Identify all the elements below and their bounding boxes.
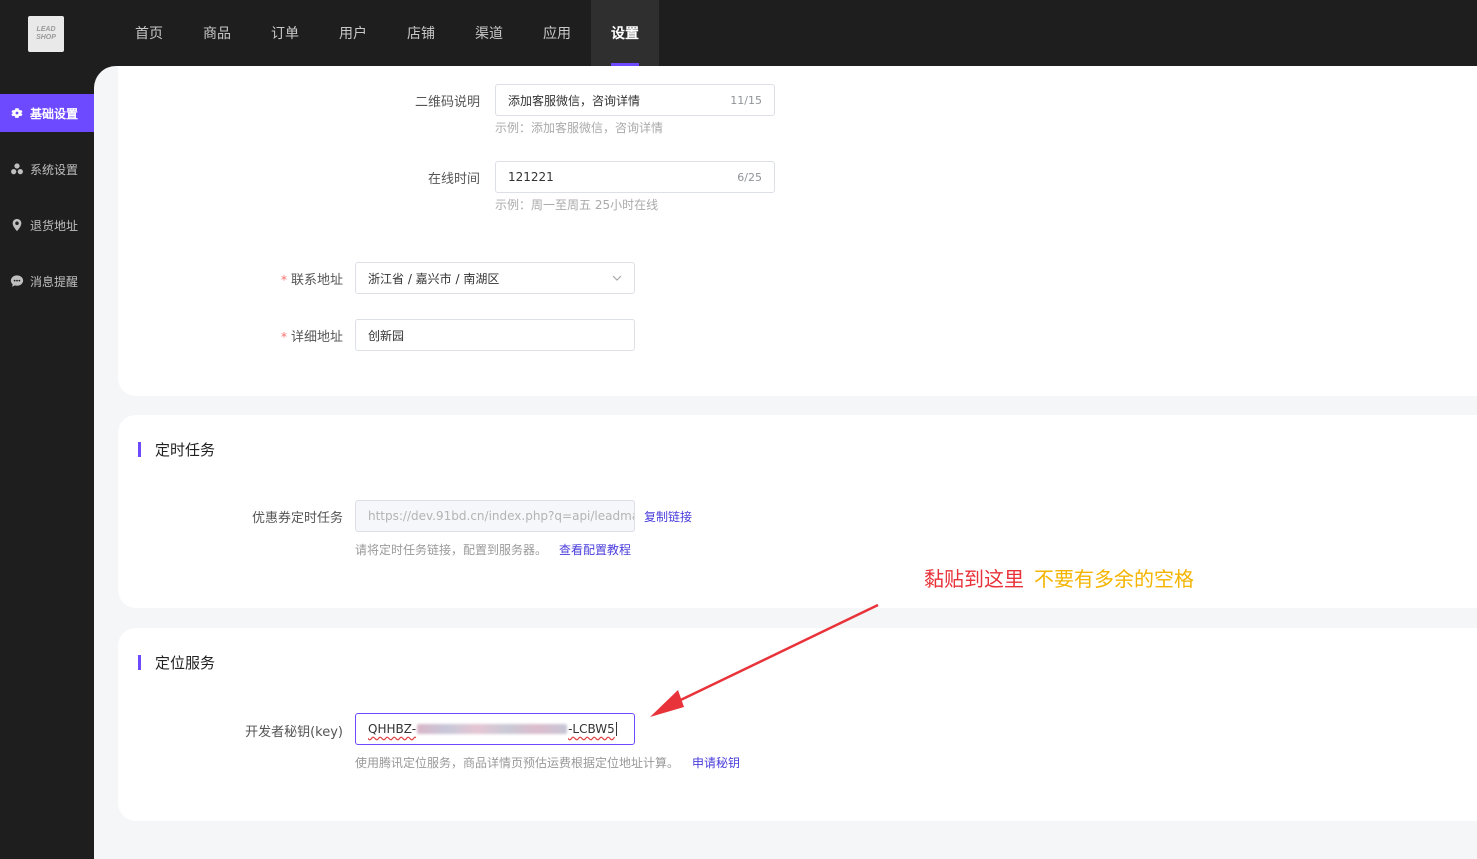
top-navbar: LEAD SHOP 首页 商品 订单 用户 店铺 渠道 应用 设置 (0, 0, 1477, 66)
copy-link-button[interactable]: 复制链接 (644, 508, 692, 525)
qrcode-desc-value: 添加客服微信，咨询详情 (508, 93, 641, 108)
sidebar-item-label: 退货地址 (30, 218, 79, 233)
sidebar-item-basic-settings[interactable]: 基础设置 (0, 94, 94, 132)
address-cascader[interactable]: 浙江省 / 嘉兴市 / 南湖区 (355, 262, 635, 294)
location-pin-icon (10, 218, 24, 232)
required-asterisk: * (280, 330, 287, 344)
logo-line-2: SHOP (36, 34, 56, 41)
text-cursor (615, 722, 617, 736)
annotation-no-spaces: 不要有多余的空格 (1034, 567, 1194, 591)
online-time-value: 121221 (508, 170, 554, 184)
address-value: 浙江省 / 嘉兴市 / 南湖区 (368, 271, 500, 286)
leadshop-logo[interactable]: LEAD SHOP (28, 16, 64, 52)
annotation-text: 黏贴到这里 不要有多余的空格 (924, 563, 1194, 592)
key-prefix: QHHBZ- (368, 722, 417, 736)
qrcode-desc-input[interactable]: 添加客服微信，咨询详情 11/15 (495, 84, 775, 116)
nav-users[interactable]: 用户 (319, 0, 387, 66)
online-time-input[interactable]: 121221 6/25 (495, 161, 775, 193)
sidebar-item-message-reminder[interactable]: 消息提醒 (0, 262, 94, 300)
coupon-cron-label: 优惠券定时任务 (251, 511, 343, 526)
sidebar-item-return-address[interactable]: 退货地址 (0, 206, 94, 244)
chat-bubble-icon (10, 274, 24, 288)
location-title-text: 定位服务 (155, 654, 216, 672)
nav-home[interactable]: 首页 (115, 0, 183, 66)
coupon-cron-url-input[interactable]: https://dev.91bd.cn/index.php?q=api/lead… (355, 500, 635, 532)
main-nav: 首页 商品 订单 用户 店铺 渠道 应用 设置 (115, 0, 659, 66)
cron-hint: 请将定时任务链接，配置到服务器。 (355, 543, 548, 557)
location-hint: 使用腾讯定位服务，商品详情页预估运费根据定位地址计算。 (355, 756, 680, 770)
online-time-hint: 示例：周一至周五 25小时在线 (495, 198, 659, 212)
sidebar-item-label: 消息提醒 (30, 274, 79, 289)
address-label: * 联系地址 (218, 269, 343, 288)
qrcode-desc-hint: 示例：添加客服微信，咨询详情 (495, 121, 664, 135)
apply-key-link[interactable]: 申请秘钥 (692, 754, 740, 771)
nav-apps[interactable]: 应用 (523, 0, 591, 66)
sidebar-item-label: 基础设置 (30, 106, 79, 121)
redacted-key-segment (417, 724, 568, 734)
view-tutorial-link[interactable]: 查看配置教程 (559, 541, 631, 558)
developer-key-input[interactable]: QHHBZ- -LCBW5 (355, 713, 635, 745)
section-accent-bar (138, 655, 141, 670)
modules-icon (10, 162, 24, 176)
chevron-down-icon (612, 275, 622, 281)
developer-key-label: 开发者秘钥(key) (245, 725, 343, 740)
gear-icon (10, 106, 24, 120)
nav-settings[interactable]: 设置 (591, 0, 659, 66)
annotation-paste-here: 黏贴到这里 (924, 567, 1024, 591)
detail-address-value: 创新园 (368, 328, 405, 343)
nav-orders[interactable]: 订单 (251, 0, 319, 66)
nav-channels[interactable]: 渠道 (455, 0, 523, 66)
sidebar-item-system-settings[interactable]: 系统设置 (0, 150, 94, 188)
online-time-count: 6/25 (737, 170, 762, 184)
cron-section-title: 定时任务 (138, 439, 215, 460)
qrcode-desc-label: 二维码说明 (414, 95, 480, 110)
location-section-title: 定位服务 (138, 652, 215, 673)
sidebar: 基础设置 系统设置 退货地址 消息提醒 (0, 66, 94, 859)
required-asterisk: * (280, 273, 287, 287)
nav-store[interactable]: 店铺 (387, 0, 455, 66)
key-suffix: -LCBW5 (568, 722, 615, 736)
logo-line-1: LEAD (36, 26, 56, 33)
basic-info-card: 二维码说明 添加客服微信，咨询详情 11/15 示例：添加客服微信，咨询详情 在… (118, 66, 1477, 396)
nav-goods[interactable]: 商品 (183, 0, 251, 66)
cron-task-card: 定时任务 优惠券定时任务 https://dev.91bd.cn/index.p… (118, 415, 1477, 608)
detail-address-label-text: 详细地址 (290, 330, 343, 345)
cron-title-text: 定时任务 (155, 441, 216, 459)
address-label-text: 联系地址 (290, 273, 343, 288)
detail-address-label: * 详细地址 (218, 326, 343, 345)
section-accent-bar (138, 442, 141, 457)
qrcode-desc-count: 11/15 (730, 93, 762, 107)
annotation-arrow-icon (650, 603, 879, 717)
detail-address-input[interactable]: 创新园 (355, 319, 635, 351)
coupon-cron-url-value: https://dev.91bd.cn/index.php?q=api/lead… (368, 509, 635, 523)
sidebar-item-label: 系统设置 (30, 162, 79, 177)
online-time-label: 在线时间 (427, 172, 480, 187)
